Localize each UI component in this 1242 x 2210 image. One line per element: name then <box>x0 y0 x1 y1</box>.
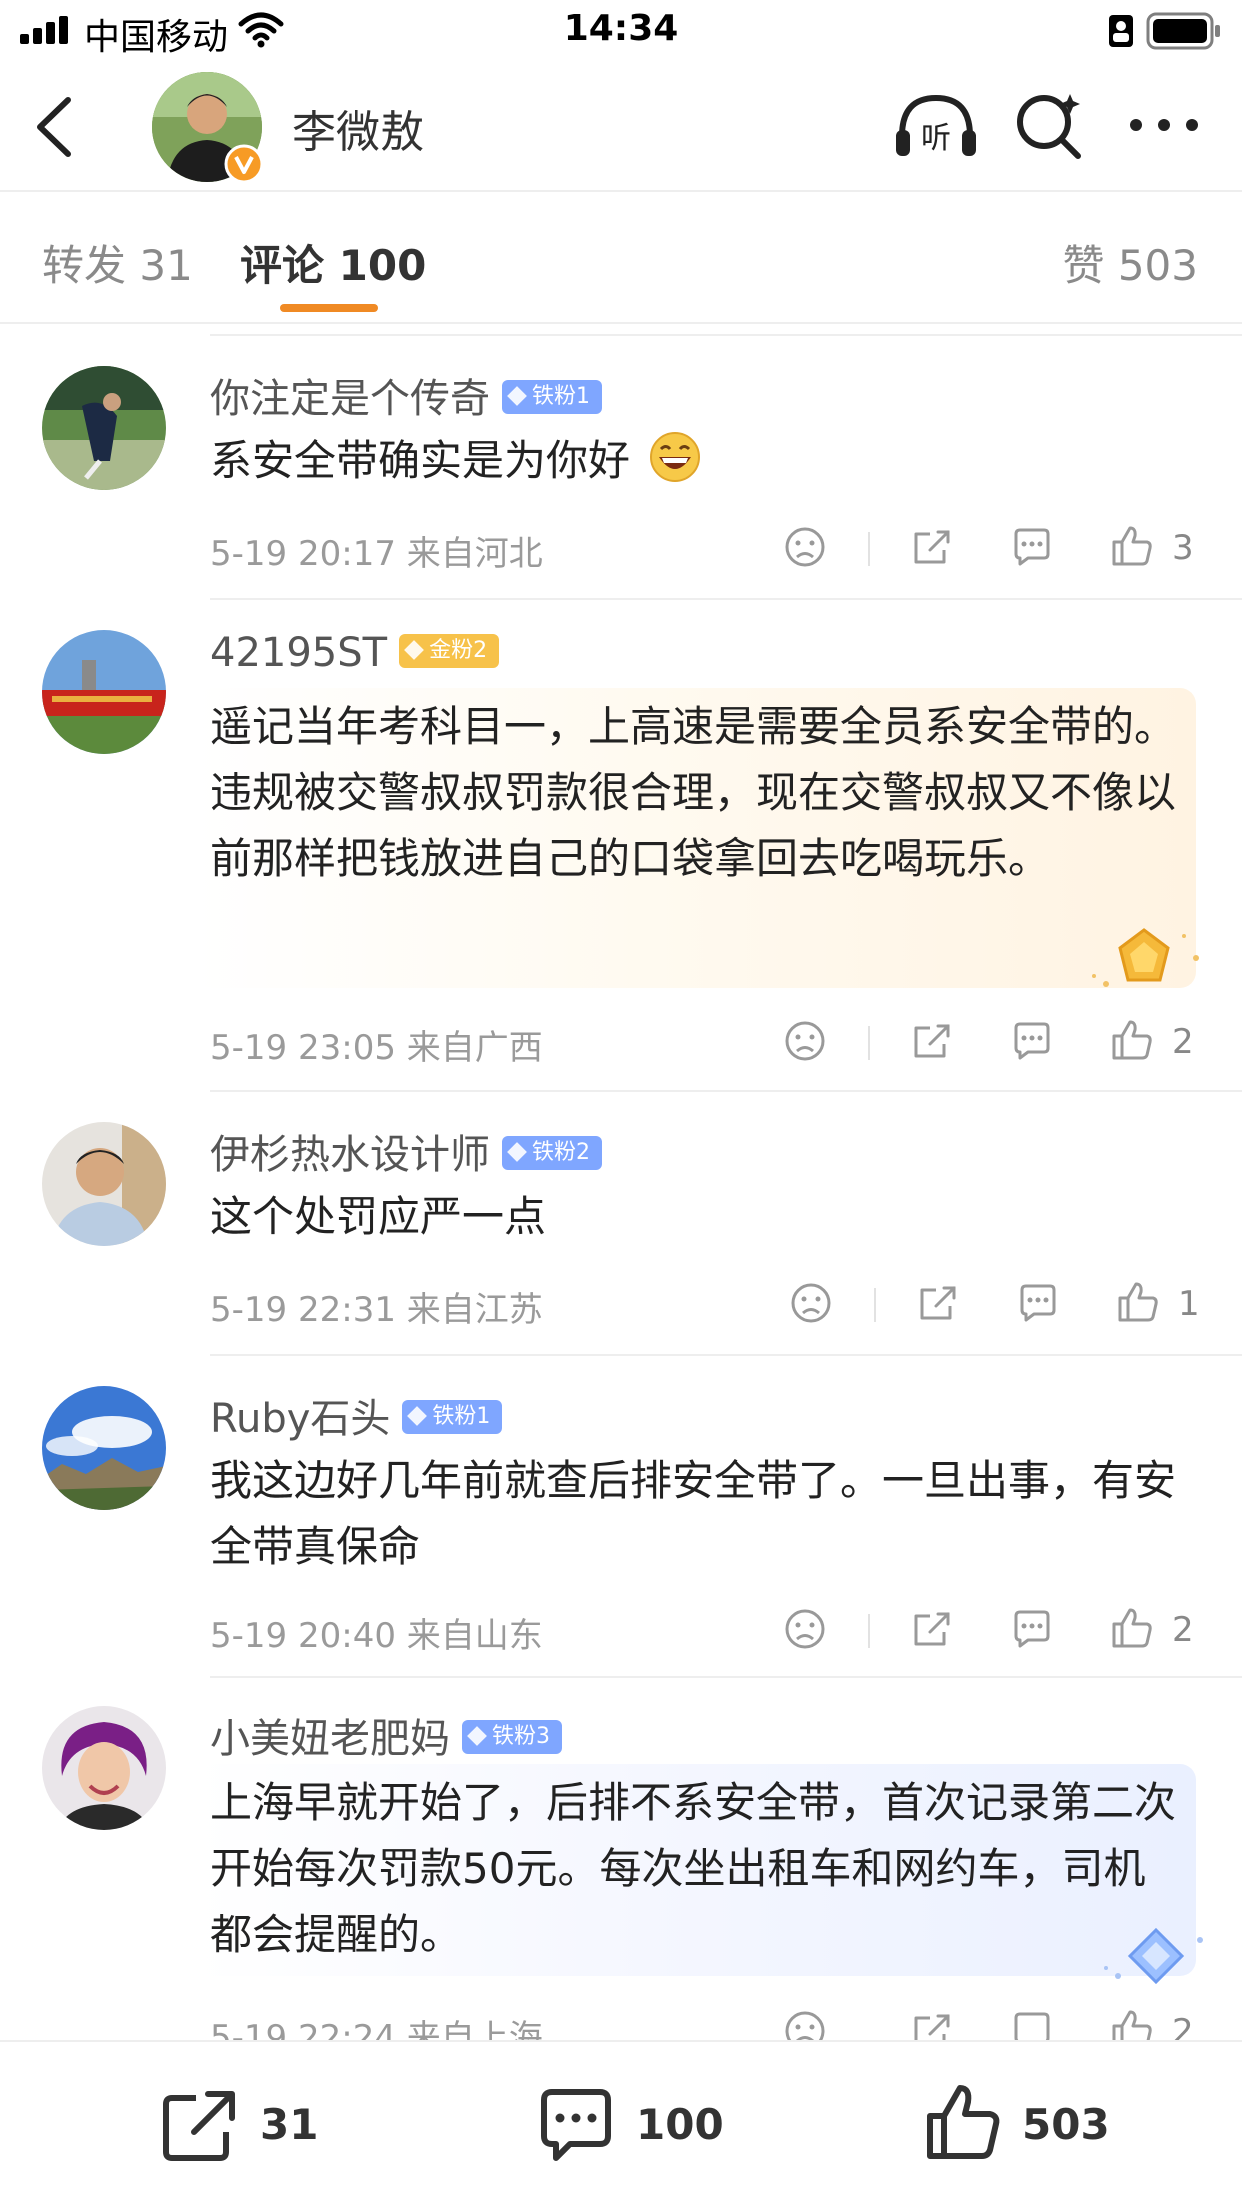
fan-badge: 铁粉3 <box>462 1720 562 1754</box>
share-icon[interactable] <box>910 1608 954 1650</box>
comment-body: 系安全带确实是为你好 <box>210 436 631 485</box>
fan-badge-label: 铁粉1 <box>532 384 590 409</box>
battery-icon <box>1146 12 1220 50</box>
avatar[interactable] <box>42 1386 166 1510</box>
tab-bar: 转发 31 评论 100 赞 503 <box>0 192 1242 324</box>
comment-text: 遥记当年考科目一，上高速是需要全员系安全带的。违规被交警叔叔罚款很合理，现在交警… <box>210 702 1177 883</box>
comment-username[interactable]: 伊杉热水设计师 铁粉2 <box>210 1122 602 1180</box>
username-text[interactable]: Ruby石头 <box>210 1396 390 1442</box>
share-icon[interactable] <box>910 1020 954 1062</box>
divider <box>868 1026 870 1060</box>
svg-text:听: 听 <box>921 121 951 156</box>
more-icon[interactable] <box>1128 114 1200 136</box>
repost-count[interactable]: 31 <box>260 2100 318 2149</box>
dislike-face-icon[interactable] <box>784 1020 826 1062</box>
comment-actions: 3 <box>0 522 1242 582</box>
fan-badge-label: 铁粉3 <box>492 1724 550 1749</box>
divider <box>210 1354 1242 1356</box>
diamond-icon <box>407 1406 428 1426</box>
comment-text: 这个处罚应严一点 <box>210 1192 547 1241</box>
fan-badge-label: 铁粉1 <box>432 1404 491 1429</box>
like-count: 2 <box>1172 1610 1194 1650</box>
diamond-icon <box>507 1142 527 1162</box>
search-icon[interactable] <box>1012 88 1086 162</box>
diamond-icon <box>507 386 527 406</box>
like-icon[interactable] <box>924 2082 1004 2162</box>
comment-text: 上海早就开始了，后排不系安全带，首次记录第二次开始每次罚款50元。每次坐出租车和… <box>210 1778 1177 1959</box>
comment-username[interactable]: 你注定是个传奇 铁粉1 <box>210 366 602 424</box>
nav-bar: 李微敖 听 <box>0 62 1242 192</box>
like-count[interactable]: 503 <box>1022 2100 1110 2149</box>
reply-icon[interactable] <box>1016 1282 1060 1324</box>
reply-icon[interactable] <box>1010 1608 1054 1650</box>
tab-likes[interactable]: 赞 503 <box>1062 232 1198 293</box>
fan-badge: 铁粉1 <box>402 1400 503 1434</box>
comment-actions: 1 <box>0 1278 1242 1338</box>
avatar[interactable] <box>42 1122 166 1246</box>
status-bar: 中国移动 14:34 <box>0 0 1242 62</box>
reply-icon[interactable] <box>1010 526 1054 568</box>
fan-badge: 铁粉1 <box>502 380 602 414</box>
fan-badge: 金粉2 <box>399 634 500 668</box>
comment-username[interactable]: 42195ST 金粉2 <box>210 630 500 676</box>
divider <box>868 1614 870 1648</box>
username-text[interactable]: 伊杉热水设计师 <box>210 1132 490 1178</box>
reply-icon[interactable] <box>1010 1020 1054 1062</box>
dislike-face-icon[interactable] <box>784 526 826 568</box>
avatar[interactable] <box>42 366 166 490</box>
verified-badge-icon <box>224 144 264 184</box>
gold-badge-icon <box>404 640 424 660</box>
listen-icon[interactable]: 听 <box>894 92 978 160</box>
dislike-face-icon[interactable] <box>790 1282 832 1324</box>
clock: 14:34 <box>563 8 679 49</box>
lock-rotation-icon <box>1109 15 1133 47</box>
gold-fan-decoration-icon <box>1092 928 1199 987</box>
iron-fan-decoration-icon <box>1104 1927 1203 1985</box>
tab-comments[interactable]: 评论 100 <box>240 232 426 293</box>
divider <box>210 334 1242 336</box>
avatar[interactable] <box>42 630 166 754</box>
fan-badge-label: 铁粉2 <box>532 1140 590 1165</box>
divider <box>210 598 1242 600</box>
laughing-emoji-icon <box>650 432 701 482</box>
username-text[interactable]: 42195ST <box>210 630 387 676</box>
repost-icon[interactable] <box>160 2088 240 2164</box>
comment-username[interactable]: 小美妞老肥妈 铁粉3 <box>210 1706 562 1764</box>
like-icon[interactable] <box>1116 1280 1160 1324</box>
like-icon[interactable] <box>1110 1606 1154 1650</box>
like-icon[interactable] <box>1110 524 1154 568</box>
dislike-face-icon[interactable] <box>784 1608 826 1650</box>
bottom-action-bar: 31 100 503 <box>0 2040 1242 2210</box>
fan-badge: 铁粉2 <box>502 1136 602 1170</box>
like-icon[interactable] <box>1110 1018 1154 1062</box>
diamond-icon <box>467 1726 487 1746</box>
like-count: 1 <box>1178 1284 1200 1324</box>
divider <box>210 1676 1242 1678</box>
share-icon[interactable] <box>916 1282 960 1324</box>
username-text[interactable]: 小美妞老肥妈 <box>210 1716 450 1762</box>
comment-actions: 2 <box>0 1016 1242 1076</box>
share-icon[interactable] <box>910 526 954 568</box>
like-count: 2 <box>1172 1022 1194 1062</box>
comment-icon[interactable] <box>536 2086 616 2166</box>
back-icon[interactable] <box>30 94 80 160</box>
username-text[interactable]: 你注定是个传奇 <box>210 376 490 422</box>
page-title: 李微敖 <box>292 107 424 158</box>
comment-actions: 2 <box>0 1604 1242 1664</box>
divider <box>868 532 870 566</box>
divider <box>210 1090 1242 1092</box>
comment-text: 系安全带确实是为你好 <box>210 428 1185 494</box>
tab-reposts[interactable]: 转发 31 <box>42 232 193 293</box>
divider <box>874 1288 876 1322</box>
fan-badge-label: 金粉2 <box>429 638 488 663</box>
comment-username[interactable]: Ruby石头 铁粉1 <box>210 1386 503 1444</box>
active-tab-indicator <box>280 304 378 312</box>
comment-count[interactable]: 100 <box>636 2100 724 2149</box>
avatar[interactable] <box>42 1706 166 1830</box>
comment-text: 我这边好几年前就查后排安全带了。一旦出事，有安全带真保命 <box>210 1456 1177 1571</box>
like-count: 3 <box>1172 528 1194 568</box>
